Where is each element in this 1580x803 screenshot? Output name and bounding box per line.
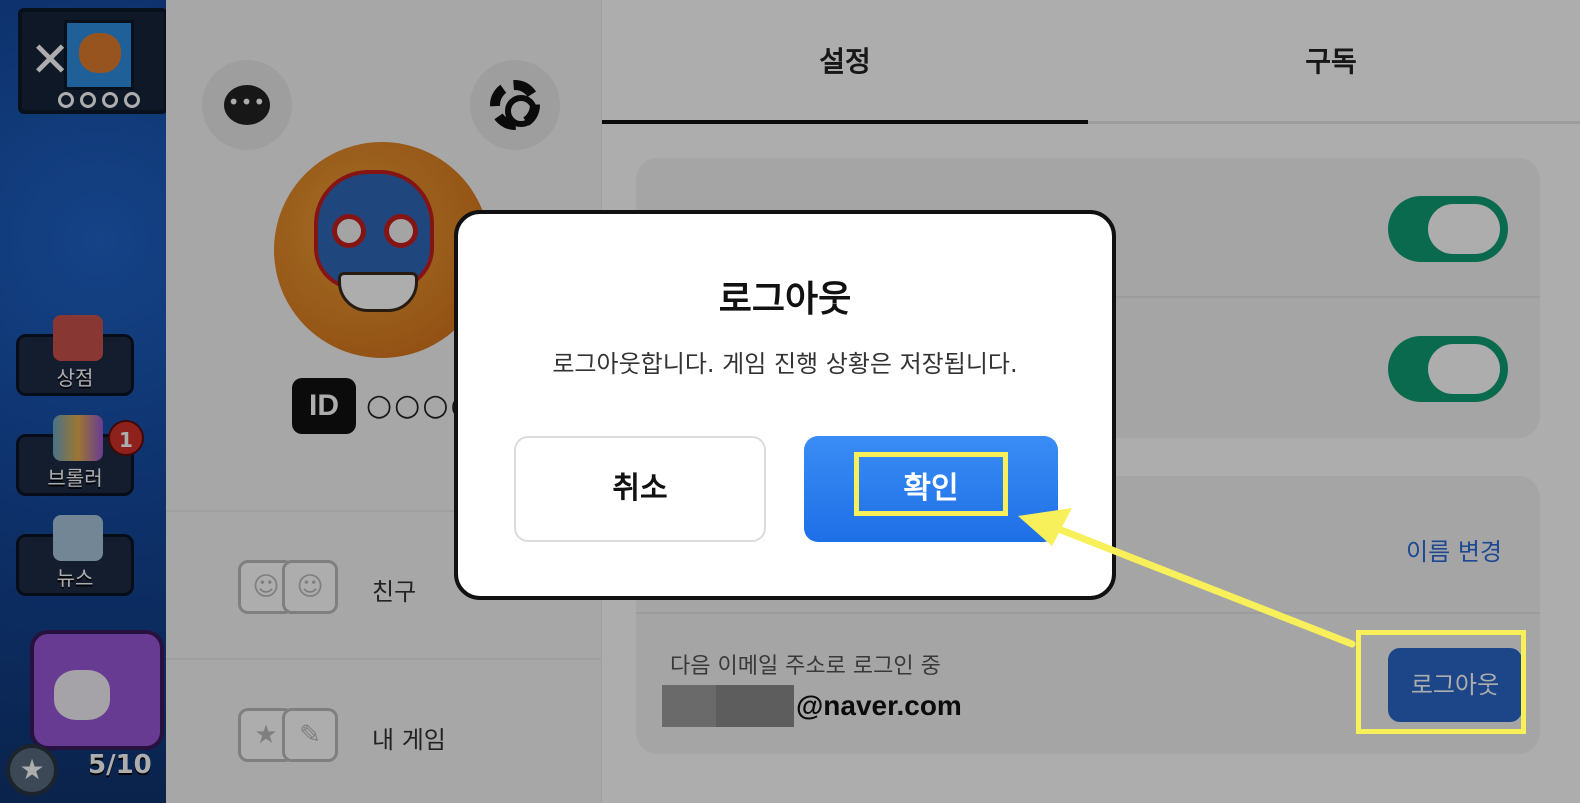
annotation-arrow-icon [1018, 508, 1356, 648]
